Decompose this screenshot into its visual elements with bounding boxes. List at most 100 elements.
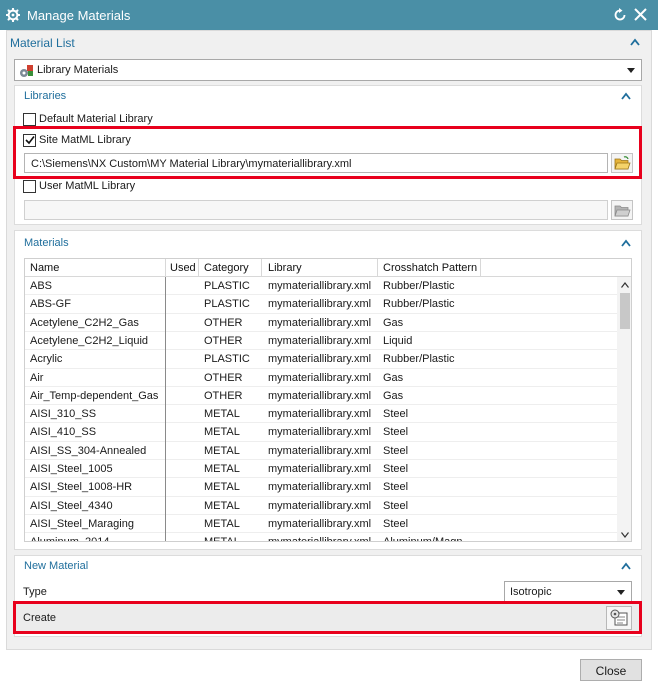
cell-category: OTHER [204,334,243,347]
title-bar: Manage Materials [0,0,658,30]
cell-category: PLASTIC [204,298,250,311]
cell-crosshatch: Rubber/Plastic [383,280,455,292]
cell-name: AISI_Steel_4340 [30,499,113,512]
table-row[interactable]: AISI_Steel_4340 METAL mymateriallibrary.xm… [25,497,617,515]
site-library-path-input[interactable]: C:\Siemens\NX Custom\MY Material Library… [24,153,608,173]
chevron-up-icon[interactable] [630,38,640,46]
dropdown-arrow-icon [627,68,635,73]
cell-name: AISI_410_SS [30,426,97,439]
material-list-value: Library Materials [37,64,119,76]
cell-name: ABS [30,280,53,292]
cell-library: mymateriallibrary.xml [268,499,372,512]
site-library-browse-button[interactable] [611,153,633,173]
cell-category: METAL [204,481,240,494]
libraries-label: Libraries [24,90,67,102]
cell-crosshatch: Steel [383,499,409,512]
cell-library: mymateriallibrary.xml [268,334,372,347]
column-header-name[interactable]: Name [30,262,59,274]
cell-name: ABS-GF [30,298,71,311]
close-button[interactable]: Close [580,659,642,681]
cell-category: OTHER [204,389,243,402]
table-row[interactable]: AISI_410_SS METAL mymateriallibrary.xml Ste… [25,423,617,441]
materials-table: Name Used Category Library Crosshatch Pa… [24,258,632,542]
cell-category: PLASTIC [204,353,250,366]
cell-category: METAL [204,444,240,457]
create-row [14,604,642,632]
chevron-up-icon[interactable] [621,239,631,247]
create-button[interactable] [606,606,632,630]
cell-library: mymateriallibrary.xml [268,481,372,494]
chevron-up-icon[interactable] [621,92,631,100]
reset-icon[interactable] [613,8,627,22]
type-select[interactable]: Isotropic [504,581,632,602]
site-library-path-value: C:\Siemens\NX Custom\MY Material Library… [31,158,352,170]
material-list-label: Material List [10,36,75,50]
type-label: Type [23,586,47,598]
cell-crosshatch: Steel [383,426,409,439]
default-library-checkbox[interactable] [23,113,36,126]
cell-library: mymateriallibrary.xml [268,280,372,292]
cell-name: AISI_Steel_1005 [30,463,113,475]
folder-open-icon [614,205,631,217]
gear-icon [6,8,20,22]
cell-crosshatch: Steel [383,444,409,457]
cell-name: AISI_310_SS [30,408,97,421]
user-library-browse-button[interactable] [611,200,633,220]
table-scrollbar[interactable] [617,277,631,541]
table-row[interactable]: ABS PLASTIC mymateriallibrary.xml Rubber/Pl… [25,277,617,295]
cell-library: mymateriallibrary.xml [268,316,372,329]
cell-library: mymateriallibrary.xml [268,444,372,457]
table-row[interactable]: Air_Temp-dependent_Gas OTHER mymateriallib… [25,387,617,405]
column-header-used[interactable]: Used [170,262,196,274]
cell-library: mymateriallibrary.xml [268,389,372,402]
table-row[interactable]: AISI_Steel_1005 METAL mymateriallibrary.xm… [25,460,617,478]
column-header-library[interactable]: Library [268,262,302,274]
table-row[interactable]: AISI_Steel_Maraging METAL mymateriallibrar… [25,515,617,533]
table-row[interactable]: AISI_SS_304-Annealed METAL mymateriallibra… [25,442,617,460]
create-label: Create [23,612,57,624]
cell-crosshatch: Gas [383,316,404,329]
window-title: Manage Materials [27,8,131,23]
scroll-up-icon[interactable] [621,282,629,288]
chevron-up-icon[interactable] [621,562,631,570]
cell-crosshatch: Steel [383,481,409,494]
table-row[interactable]: Air OTHER mymateriallibrary.xml Gas [25,369,617,387]
cell-crosshatch: Gas [383,389,404,402]
dropdown-arrow-icon [617,590,625,595]
table-row[interactable]: Acetylene_C2H2_Liquid OTHER mymateriallibr… [25,332,617,350]
site-library-label: Site MatML Library [39,134,131,146]
cell-library: mymateriallibrary.xml [268,426,372,439]
create-material-icon [610,609,628,626]
column-header-category[interactable]: Category [204,262,249,274]
scrollbar-thumb[interactable] [620,293,630,329]
new-material-label: New Material [24,560,89,572]
default-library-label: Default Material Library [39,113,153,125]
cell-category: OTHER [204,316,243,329]
cell-library: mymateriallibrary.xml [268,353,372,366]
table-row[interactable]: AISI_Steel_1008-HR METAL mymateriallibrary… [25,478,617,496]
cell-category: METAL [204,499,240,512]
cell-crosshatch: Steel [383,517,409,530]
material-list-header[interactable]: Material List [10,33,646,53]
type-value: Isotropic [510,586,552,598]
user-library-path-input[interactable] [24,200,608,220]
cell-name: Acrylic [30,353,63,366]
material-list-select[interactable]: Library Materials [14,59,642,81]
column-header-crosshatch[interactable]: Crosshatch Pattern [383,262,477,274]
cell-crosshatch: Liquid [383,334,413,347]
table-row[interactable]: Acetylene_C2H2_Gas OTHER mymateriallibrary… [25,314,617,332]
scroll-down-icon[interactable] [621,532,629,538]
cell-crosshatch: Gas [383,371,404,384]
cell-name: Air_Temp-dependent_Gas [30,389,159,402]
cell-name: Acetylene_C2H2_Gas [30,316,139,329]
user-library-checkbox[interactable] [23,180,36,193]
cell-library: mymateriallibrary.xml [268,408,372,421]
table-row[interactable]: Aluminum_2014 METAL mymateriallibrary.xml A… [25,533,617,541]
cell-crosshatch: Rubber/Plastic [383,353,455,366]
site-library-checkbox[interactable] [23,134,36,147]
table-row[interactable]: Acrylic PLASTIC mymateriallibrary.xml Rubbe… [25,350,617,368]
table-row[interactable]: AISI_310_SS METAL mymateriallibrary.xml Ste… [25,405,617,423]
cell-category: METAL [204,463,240,475]
close-icon[interactable] [634,8,647,21]
table-row[interactable]: ABS-GF PLASTIC mymateriallibrary.xml Rubber… [25,295,617,313]
